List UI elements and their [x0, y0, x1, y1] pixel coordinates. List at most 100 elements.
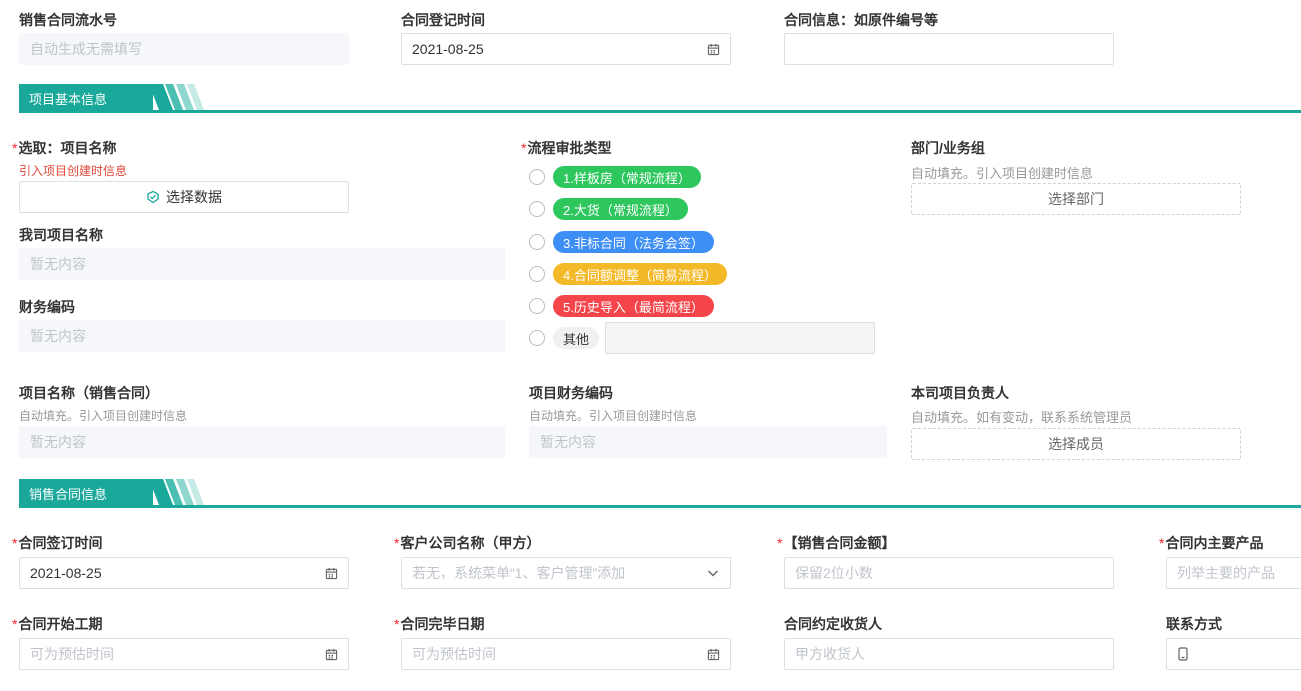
- select-data-button[interactable]: 选择数据: [19, 181, 349, 213]
- end-date-label: *合同完毕日期: [394, 614, 484, 634]
- registration-time-label: 合同登记时间: [401, 12, 485, 28]
- start-date-label-text: 合同开始工期: [18, 616, 103, 632]
- start-date-input[interactable]: 可为预估时间: [19, 638, 349, 670]
- section-stripes-decoration: [149, 84, 204, 110]
- amount-placeholder: 保留2位小数: [795, 565, 873, 581]
- registration-time-input[interactable]: 2021-08-25: [401, 33, 731, 65]
- section-title: 项目基本信息: [19, 84, 153, 112]
- registration-time-value: 2021-08-25: [412, 41, 484, 57]
- radio-button[interactable]: [529, 169, 545, 185]
- select-data-button-label: 选择数据: [166, 189, 222, 205]
- contract-info-input[interactable]: [784, 33, 1114, 65]
- calendar-icon: [706, 42, 720, 56]
- customer-select[interactable]: 若无，系统菜单“1、客户管理”添加: [401, 557, 731, 589]
- project-finance-code-hint: 自动填充。引入项目创建时信息: [529, 409, 698, 423]
- receiver-label: 合同约定收货人: [784, 616, 882, 632]
- required-mark: *: [521, 140, 527, 156]
- our-project-name-label: 我司项目名称: [19, 227, 103, 243]
- main-product-label: *合同内主要产品: [1159, 533, 1263, 553]
- project-owner-hint: 自动填充。如有变动，联系系统管理员: [911, 410, 1133, 425]
- contact-input[interactable]: [1166, 638, 1301, 670]
- required-mark: *: [1159, 535, 1165, 551]
- radio-button[interactable]: [529, 234, 545, 250]
- flow-other-input[interactable]: [605, 322, 875, 354]
- select-project-hint: 引入项目创建时信息: [19, 164, 128, 178]
- flow-option-other[interactable]: 其他: [529, 326, 600, 350]
- sales-project-name-field: 暂无内容: [19, 426, 505, 458]
- project-finance-code-field: 暂无内容: [529, 426, 887, 458]
- select-member-button[interactable]: 选择成员: [911, 428, 1241, 460]
- main-product-input[interactable]: 列举主要的产品: [1166, 557, 1301, 589]
- flow-option-tag: 3.非标合同（法务会签）: [553, 231, 714, 253]
- customer-placeholder: 若无，系统菜单“1、客户管理”添加: [412, 565, 626, 581]
- select-project-label: *选取：项目名称: [12, 138, 116, 158]
- sign-date-value: 2021-08-25: [30, 565, 102, 581]
- calendar-icon: [324, 566, 338, 580]
- flow-option-tag: 5.历史导入（最简流程）: [553, 295, 714, 317]
- calendar-icon: [324, 647, 338, 661]
- flow-option-tag: 2.大货（常规流程）: [553, 198, 688, 220]
- serial-number-label: 销售合同流水号: [19, 12, 117, 28]
- radio-button[interactable]: [529, 201, 545, 217]
- department-label: 部门/业务组: [911, 140, 985, 156]
- flow-option-5[interactable]: 5.历史导入（最简流程）: [529, 294, 714, 318]
- serial-number-field: 自动生成无需填写: [19, 33, 349, 65]
- amount-input[interactable]: 保留2位小数: [784, 557, 1114, 589]
- flow-option-3[interactable]: 3.非标合同（法务会签）: [529, 230, 714, 254]
- sales-project-name-label: 项目名称（销售合同）: [19, 385, 159, 401]
- finance-code-field: 暂无内容: [19, 320, 505, 352]
- end-date-label-text: 合同完毕日期: [400, 616, 485, 632]
- flow-type-label: *流程审批类型: [521, 138, 611, 158]
- project-finance-code-placeholder: 暂无内容: [540, 434, 596, 450]
- serial-number-placeholder: 自动生成无需填写: [30, 41, 142, 57]
- section-header-basic: 项目基本信息: [19, 84, 1301, 113]
- required-mark: *: [12, 616, 18, 632]
- sign-date-input[interactable]: 2021-08-25: [19, 557, 349, 589]
- section-stripes-decoration: [149, 479, 204, 505]
- department-hint: 自动填充。引入项目创建时信息: [911, 166, 1094, 181]
- required-mark: *: [394, 535, 400, 551]
- amount-label: *【销售合同金额】: [777, 533, 895, 553]
- customer-label-text: 客户公司名称（甲方）: [400, 535, 541, 551]
- flow-option-tag: 1.样板房（常规流程）: [553, 166, 701, 188]
- radio-button[interactable]: [529, 266, 545, 282]
- our-project-name-placeholder: 暂无内容: [30, 256, 86, 272]
- flow-option-tag: 其他: [553, 327, 600, 349]
- sales-project-name-hint: 自动填充。引入项目创建时信息: [19, 409, 188, 423]
- project-finance-code-label: 项目财务编码: [529, 385, 613, 401]
- phone-icon: [1177, 647, 1189, 661]
- select-data-icon: [146, 190, 160, 204]
- flow-type-label-text: 流程审批类型: [527, 140, 612, 156]
- required-mark: *: [394, 616, 400, 632]
- required-mark: *: [12, 535, 18, 551]
- select-department-button[interactable]: 选择部门: [911, 183, 1241, 215]
- end-date-input[interactable]: 可为预估时间: [401, 638, 731, 670]
- section-title: 销售合同信息: [19, 479, 153, 507]
- select-project-label-text: 选取：项目名称: [18, 140, 117, 156]
- flow-option-4[interactable]: 4.合同额调整（简易流程）: [529, 262, 727, 286]
- our-project-name-field: 暂无内容: [19, 248, 505, 280]
- sign-date-label: *合同签订时间: [12, 533, 102, 553]
- chevron-down-icon: [706, 566, 720, 580]
- section-header-contract: 销售合同信息: [19, 479, 1301, 508]
- start-date-label: *合同开始工期: [12, 614, 102, 634]
- flow-option-2[interactable]: 2.大货（常规流程）: [529, 197, 688, 221]
- contract-info-label: 合同信息：如原件编号等: [784, 12, 938, 28]
- radio-button[interactable]: [529, 330, 545, 346]
- end-date-placeholder: 可为预估时间: [412, 646, 496, 662]
- sales-project-name-placeholder: 暂无内容: [30, 434, 86, 450]
- sign-date-label-text: 合同签订时间: [18, 535, 103, 551]
- amount-label-text: 【销售合同金额】: [783, 535, 896, 551]
- flow-option-1[interactable]: 1.样板房（常规流程）: [529, 165, 701, 189]
- finance-code-label: 财务编码: [19, 299, 75, 315]
- project-owner-label: 本司项目负责人: [911, 385, 1009, 401]
- radio-button[interactable]: [529, 298, 545, 314]
- required-mark: *: [12, 140, 18, 156]
- receiver-placeholder: 甲方收货人: [795, 646, 865, 662]
- main-product-label-text: 合同内主要产品: [1165, 535, 1264, 551]
- contact-label: 联系方式: [1166, 616, 1222, 632]
- customer-label: *客户公司名称（甲方）: [394, 533, 540, 553]
- finance-code-placeholder: 暂无内容: [30, 328, 86, 344]
- receiver-input[interactable]: 甲方收货人: [784, 638, 1114, 670]
- flow-option-tag: 4.合同额调整（简易流程）: [553, 263, 727, 285]
